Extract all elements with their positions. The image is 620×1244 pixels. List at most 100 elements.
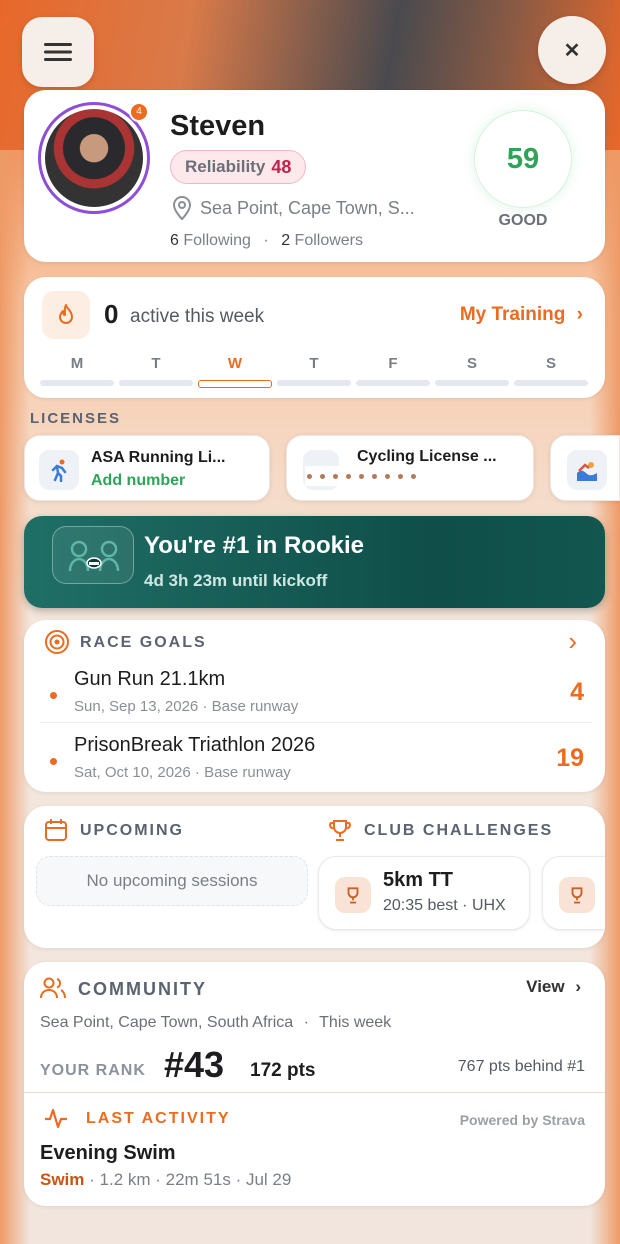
community-location: Sea Point, Cape Town, South Africa (40, 1014, 294, 1031)
challenge-subtitle: 20:35 best · UHX (383, 897, 506, 914)
goal-days-remaining: 4 (570, 678, 584, 706)
divider (40, 722, 592, 723)
hamburger-icon (44, 43, 72, 61)
day-thursday[interactable]: T (277, 355, 351, 388)
rank-value: #43 (164, 1044, 225, 1085)
day-label: M (70, 355, 84, 372)
goal-date: Sat, Oct 10, 2026 · Base runway (74, 764, 291, 781)
rank-points: 172 pts (250, 1060, 316, 1081)
follow-stats: 6 Following · 2 Followers (170, 232, 364, 249)
score-circle[interactable]: 59 (474, 110, 572, 208)
day-label: T (309, 355, 319, 372)
my-training-link[interactable]: My Training › (460, 304, 583, 326)
close-icon: ✕ (563, 39, 581, 62)
community-period: This week (319, 1014, 392, 1031)
avatar-badge: 4 (129, 102, 149, 122)
add-number-link[interactable]: Add number (91, 472, 185, 490)
score-label: GOOD (498, 212, 548, 229)
my-training-label: My Training (459, 304, 566, 325)
licenses-title: LICENSES (30, 410, 122, 427)
challenge-title: 5km TT (383, 869, 454, 891)
view-label: View (526, 977, 565, 996)
reliability-value: 48 (271, 156, 292, 177)
close-button[interactable]: ✕ (538, 16, 606, 84)
day-label: W (227, 355, 243, 372)
license-title: ASA Running Li... (91, 449, 226, 466)
license-card-swimming[interactable] (550, 435, 620, 501)
community-context: Sea Point, Cape Town, South Africa · Thi… (40, 1014, 392, 1031)
menu-button[interactable] (22, 17, 94, 87)
goal-days-remaining: 19 (556, 744, 584, 772)
goal-date: Sun, Sep 13, 2026 · Base runway (74, 698, 299, 715)
license-title: Cycling License ... (357, 448, 497, 465)
upcoming-title: UPCOMING (80, 822, 184, 839)
running-icon (39, 450, 79, 490)
goal-dot (50, 692, 57, 699)
challenge-card[interactable] (542, 856, 605, 930)
reliability-label: Reliability (185, 157, 266, 176)
day-sunday[interactable]: S (514, 355, 588, 388)
day-monday[interactable]: M (40, 355, 114, 388)
swimming-icon (567, 450, 607, 490)
day-label: S (466, 355, 477, 372)
chevron-right-icon: › (575, 977, 581, 996)
league-title: You're #1 in Rookie (144, 532, 364, 559)
race-goal-row[interactable]: PrisonBreak Triathlon 2026 Sat, Oct 10, … (42, 724, 590, 788)
powered-by-strava: Powered by Strava (459, 1112, 585, 1128)
day-tuesday[interactable]: T (119, 355, 193, 388)
trophy-icon (335, 877, 371, 913)
community-title: COMMUNITY (78, 979, 207, 999)
goal-dot (50, 758, 57, 765)
profile-name: Steven (170, 110, 266, 142)
chevron-right-icon: › (576, 304, 583, 325)
profile-card[interactable]: 4 Steven Reliability 48 Sea Point, Cape … (24, 90, 605, 262)
location-text: Sea Point, Cape Town, S... (200, 197, 415, 218)
location-pin-icon (172, 196, 192, 220)
rank-label: YOUR RANK (40, 1062, 146, 1079)
profile-location: Sea Point, Cape Town, S... (172, 196, 415, 220)
community-card: COMMUNITY View › Sea Point, Cape Town, S… (24, 962, 605, 1206)
week-days: M T W T F S S (40, 355, 588, 388)
league-countdown: 4d 3h 23m until kickoff (144, 571, 328, 590)
trophy-icon (329, 820, 351, 841)
flame-icon (42, 291, 90, 339)
target-icon (45, 630, 69, 654)
following-count: 6 (170, 232, 179, 249)
club-challenges-title: CLUB CHALLENGES (364, 822, 554, 839)
license-card-running[interactable]: ASA Running Li... Add number (24, 435, 270, 501)
challenge-card[interactable]: 5km TT 20:35 best · UHX (318, 856, 530, 930)
day-saturday[interactable]: S (435, 355, 509, 388)
goal-name: Gun Run 21.1km (74, 668, 226, 690)
day-wednesday[interactable]: W (198, 355, 272, 388)
active-label: active this week (130, 306, 265, 327)
activity-details-row: Swim · 1.2 km · 22m 51s · Jul 29 (40, 1170, 291, 1190)
goal-name: PrisonBreak Triathlon 2026 (74, 734, 316, 756)
race-goal-row[interactable]: Gun Run 21.1km Sun, Sep 13, 2026 · Base … (42, 658, 590, 722)
community-view-link[interactable]: View › (526, 977, 581, 997)
race-goals-title: RACE GOALS (80, 634, 207, 651)
following-link[interactable]: 6 Following (170, 232, 251, 249)
followers-label: Followers (294, 232, 364, 249)
race-goals-card: RACE GOALS › Gun Run 21.1km Sun, Sep 13,… (24, 620, 605, 792)
upcoming-challenges-card: UPCOMING No upcoming sessions CLUB CHALL… (24, 806, 605, 948)
followers-count: 2 (281, 232, 291, 249)
divider (24, 1092, 605, 1093)
league-banner[interactable]: You're #1 in Rookie 4d 3h 23m until kick… (24, 516, 605, 608)
loading-dots (305, 466, 441, 486)
day-label: S (545, 355, 556, 372)
activity-type: Swim (40, 1170, 85, 1189)
no-upcoming-sessions: No upcoming sessions (36, 856, 308, 906)
trophy-icon (559, 877, 595, 913)
following-label: Following (183, 232, 251, 249)
day-friday[interactable]: F (356, 355, 430, 388)
race-goals-chevron-icon[interactable]: › (568, 626, 577, 657)
followers-link[interactable]: 2 Followers (281, 232, 363, 249)
last-activity-title: LAST ACTIVITY (86, 1110, 231, 1127)
league-icon (52, 526, 134, 584)
reliability-badge[interactable]: Reliability 48 (170, 150, 307, 184)
day-label: T (151, 355, 161, 372)
license-card-cycling[interactable]: Cycling License ... (286, 435, 534, 501)
activity-name[interactable]: Evening Swim (40, 1142, 176, 1165)
active-count: 0 (104, 299, 119, 329)
activity-details: · 1.2 km · 22m 51s · Jul 29 (89, 1170, 292, 1189)
